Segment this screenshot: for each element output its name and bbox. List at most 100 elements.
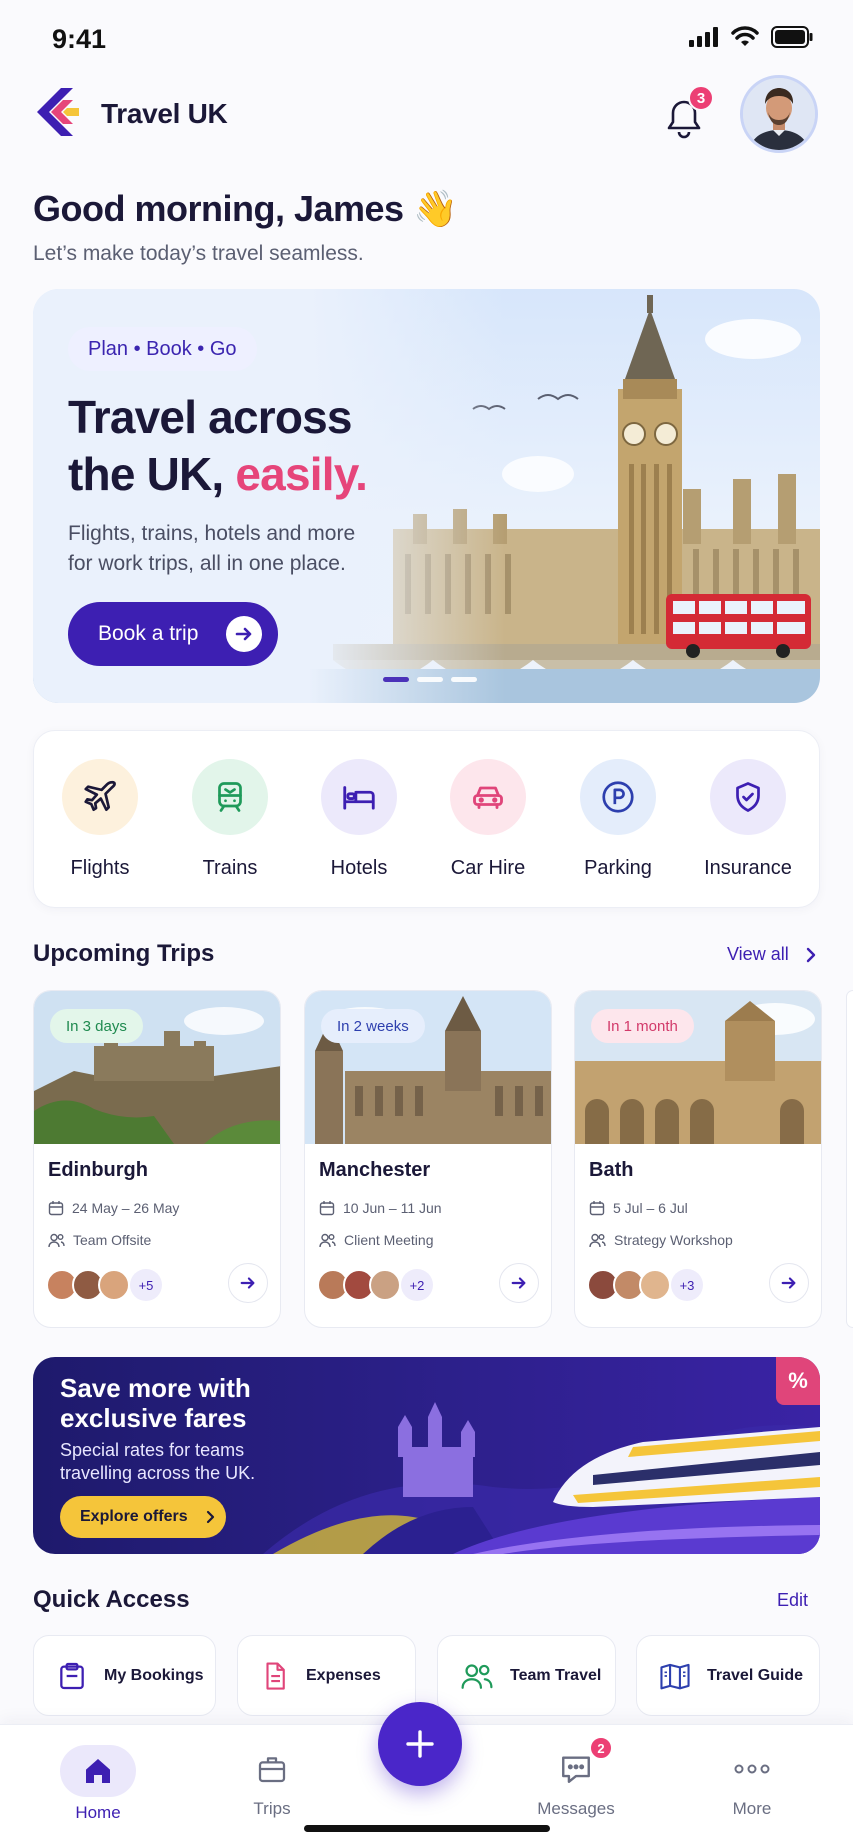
app-title: Travel UK	[101, 98, 228, 129]
quick-access-label: Travel Guide	[707, 1666, 804, 1684]
parking-icon	[580, 759, 656, 835]
trip-dates: 5 Jul – 6 Jul	[589, 1200, 688, 1216]
nav-trips-label: Trips	[253, 1799, 291, 1818]
traveller-avatar	[639, 1269, 671, 1301]
shield-icon	[710, 759, 786, 835]
clipboard-icon	[60, 1662, 84, 1689]
open-trip-button[interactable]	[228, 1263, 268, 1303]
category-shortcuts: Flights Trains Hotels Car Hire Parking I…	[33, 730, 820, 908]
arrow-right-icon	[781, 1277, 796, 1289]
quick-access-my-bookings[interactable]: My Bookings	[33, 1635, 216, 1716]
calendar-icon	[589, 1201, 605, 1216]
trip-badge: In 2 weeks	[321, 1009, 425, 1043]
promo-title: Save more with exclusive fares	[60, 1373, 251, 1433]
trip-travellers: +5	[46, 1269, 162, 1301]
greeting-title: Good morning, James 👋	[33, 188, 458, 229]
quick-access-label: Team Travel	[510, 1666, 602, 1684]
hero-description: Flights, trains, hotels and more for wor…	[68, 522, 356, 575]
trip-card-bath[interactable]: In 1 month Bath 5 Jul – 6 Jul Strategy W…	[574, 990, 822, 1328]
add-button[interactable]	[378, 1702, 462, 1786]
carousel-dot[interactable]	[417, 677, 443, 682]
trip-dates-label: 5 Jul – 6 Jul	[613, 1200, 688, 1216]
promo-banner[interactable]: Save more with exclusive fares Special r…	[33, 1357, 820, 1554]
team-icon	[461, 1663, 493, 1689]
nav-trips[interactable]: Trips	[212, 1745, 332, 1819]
promo-description: Special rates for teams travelling acros…	[60, 1440, 256, 1483]
trip-city: Bath	[589, 1159, 634, 1181]
profile-avatar[interactable]	[740, 75, 818, 153]
category-car-hire[interactable]: Car Hire	[433, 759, 543, 880]
trip-purpose: Strategy Workshop	[589, 1232, 733, 1248]
trip-dates: 24 May – 26 May	[48, 1200, 179, 1216]
book-trip-button[interactable]: Book a trip	[68, 602, 278, 666]
hero-tag: Plan • Book • Go	[68, 327, 257, 371]
nav-home[interactable]: Home	[38, 1745, 158, 1823]
carousel-indicators	[383, 677, 477, 682]
trip-city: Edinburgh	[48, 1159, 148, 1181]
category-flights[interactable]: Flights	[45, 759, 155, 880]
messages-badge: 2	[589, 1736, 613, 1760]
people-icon	[589, 1233, 606, 1247]
category-parking[interactable]: Parking	[563, 759, 673, 880]
traveller-avatar	[98, 1269, 130, 1301]
view-all-link[interactable]: View all	[727, 944, 817, 965]
map-icon	[660, 1663, 690, 1689]
trip-dates-label: 10 Jun – 11 Jun	[343, 1200, 442, 1216]
quick-access-title: Quick Access	[33, 1586, 190, 1613]
book-trip-label: Book a trip	[98, 622, 199, 645]
category-label: Flights	[70, 857, 130, 879]
traveller-extra-count: +2	[401, 1269, 433, 1301]
upcoming-trips-title: Upcoming Trips	[33, 940, 215, 967]
arrow-right-icon	[240, 1277, 255, 1289]
nav-messages[interactable]: Messages	[516, 1745, 636, 1819]
trip-card-manchester[interactable]: In 2 weeks Manchester 10 Jun – 11 Jun Cl…	[304, 990, 552, 1328]
trip-card-edinburgh[interactable]: In 3 days Edinburgh 24 May – 26 May Team…	[33, 990, 281, 1328]
category-label: Trains	[202, 857, 258, 879]
home-icon	[60, 1745, 136, 1797]
trip-travellers: +2	[317, 1269, 433, 1301]
hero-banner[interactable]: Plan • Book • Go Travel across the UK, e…	[33, 289, 820, 703]
greeting-subtitle: Let’s make today’s travel seamless.	[33, 242, 364, 265]
traveller-avatar	[369, 1269, 401, 1301]
quick-access-expenses[interactable]: Expenses	[237, 1635, 416, 1716]
nav-home-label: Home	[75, 1803, 121, 1822]
trip-dates: 10 Jun – 11 Jun	[319, 1200, 442, 1216]
people-icon	[48, 1233, 65, 1247]
open-trip-button[interactable]	[499, 1263, 539, 1303]
trip-purpose-label: Strategy Workshop	[614, 1232, 733, 1248]
receipt-icon	[266, 1661, 285, 1690]
calendar-icon	[319, 1201, 335, 1216]
carousel-dot[interactable]	[383, 677, 409, 682]
train-icon	[192, 759, 268, 835]
category-label: Insurance	[704, 857, 792, 879]
category-label: Hotels	[330, 857, 388, 879]
carousel-dot[interactable]	[451, 677, 477, 682]
trip-dates-label: 24 May – 26 May	[72, 1200, 180, 1216]
nav-more[interactable]: More	[692, 1745, 812, 1819]
chevron-right-icon	[206, 1510, 214, 1524]
trip-city: Manchester	[319, 1159, 431, 1181]
open-trip-button[interactable]	[769, 1263, 809, 1303]
wifi-icon	[731, 26, 759, 46]
quick-access-label: Expenses	[306, 1666, 381, 1684]
category-hotels[interactable]: Hotels	[304, 759, 414, 880]
trip-purpose: Client Meeting	[319, 1232, 434, 1248]
hero-title-accent: easily.	[235, 448, 368, 500]
trip-purpose-label: Team Offsite	[73, 1232, 152, 1248]
briefcase-icon	[212, 1745, 332, 1793]
hero-title-line2: the UK,	[68, 448, 236, 500]
discount-badge: %	[776, 1357, 820, 1405]
arrow-right-icon	[511, 1277, 526, 1289]
category-trains[interactable]: Trains	[175, 759, 285, 880]
quick-access-team-travel[interactable]: Team Travel	[437, 1635, 616, 1716]
category-label: Car Hire	[450, 857, 526, 879]
category-insurance[interactable]: Insurance	[693, 759, 803, 880]
hero-title: Travel across the UK, easily.	[68, 389, 428, 503]
status-icons	[689, 26, 813, 48]
quick-access-travel-guide[interactable]: Travel Guide	[636, 1635, 820, 1716]
notification-badge: 3	[688, 85, 714, 111]
chat-icon	[516, 1745, 636, 1793]
explore-offers-button[interactable]: Explore offers	[60, 1496, 226, 1538]
quick-access-label: My Bookings	[104, 1666, 204, 1684]
quick-access-edit[interactable]: Edit	[777, 1590, 808, 1611]
